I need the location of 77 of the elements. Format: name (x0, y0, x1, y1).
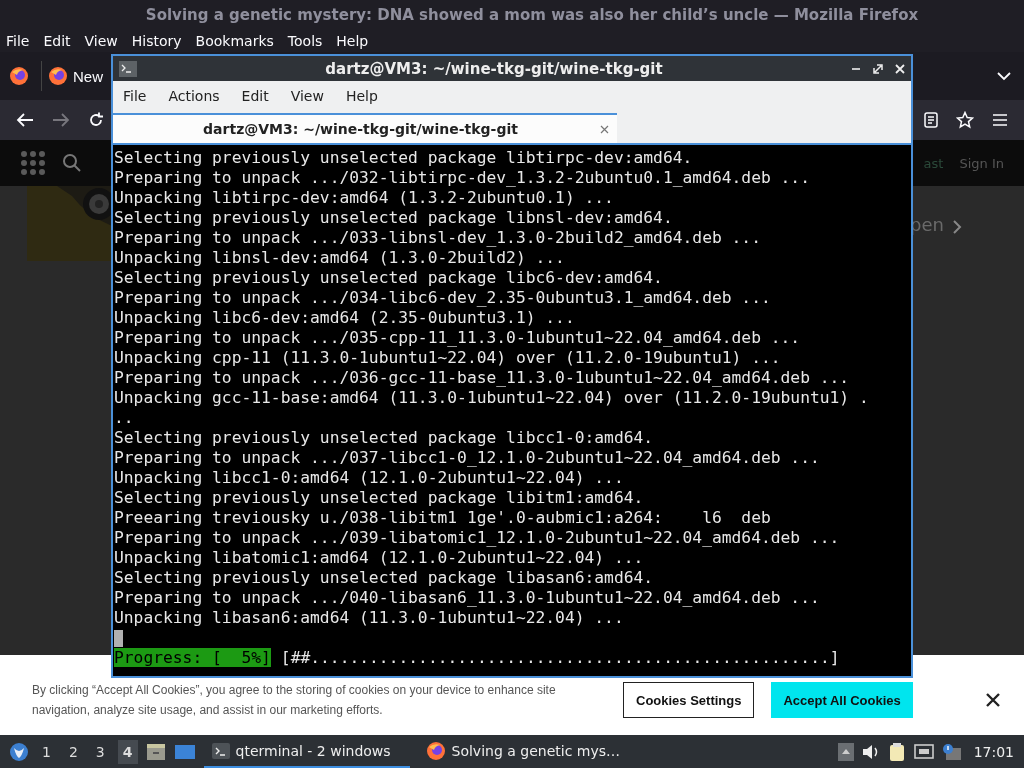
menu-item[interactable]: Actions (168, 88, 220, 104)
notification-icon[interactable] (941, 742, 962, 761)
terminal-line: Unpacking libc6-dev:amd64 (2.35-0ubuntu3.1) ... (114, 308, 576, 328)
window-title: dartz@VM3: ~/wine-tkg-git/wine-tkg-git (324, 59, 664, 78)
menu-item[interactable]: Tools (287, 33, 323, 49)
taskbar-task[interactable]: qterminal - 2 windows (203, 735, 410, 768)
window-title: Solving a genetic mystery: DNA showed a mom was also her child’s uncle — Mozilla Firefox (145, 6, 919, 24)
browser-tab[interactable]: New (48, 60, 103, 92)
search-icon[interactable] (62, 153, 82, 173)
restore-icon[interactable] (873, 63, 883, 74)
chevron-right-icon (952, 219, 962, 235)
close-icon[interactable] (986, 693, 1000, 707)
grid-icon[interactable] (20, 150, 46, 176)
terminal-tab[interactable]: dartz@VM3: ~/wine-tkg-git/wine-tkg-git (113, 113, 617, 143)
firefox-icon[interactable] (9, 66, 29, 86)
terminal-line: Preparing to unpack .../040-libasan6_11.3.0-1ubuntu1~22.04_amd64.deb ... (114, 588, 821, 608)
reader-icon[interactable] (924, 112, 938, 128)
menu-item[interactable]: View (290, 88, 324, 104)
terminal-line: Unpacking gcc-11-base:amd64 (11.3.0-1ubuntu1~22.04) over (11.2.0-19ubuntu1) . (114, 388, 870, 408)
terminal-line: Selecting previously unselected package libitm1:amd64. (114, 488, 645, 508)
workspace-button[interactable]: 1 (37, 739, 56, 764)
volume-icon[interactable] (861, 743, 880, 760)
terminal-line: Selecting previously unselected package libnsl-dev:amd64. (114, 208, 674, 228)
progress-text: [##.....................................................] (280, 648, 840, 667)
menu-item[interactable]: Edit (43, 33, 71, 49)
terminal-line: Selecting previously unselected package libtirpc-dev:amd64. (114, 148, 694, 168)
back-icon[interactable] (16, 112, 34, 128)
cookie-button[interactable]: Cookies Settings (623, 682, 755, 718)
terminal-icon (119, 60, 137, 77)
terminal-line: Selecting previously unselected package libc6-dev:amd64. (114, 268, 664, 288)
file-manager-icon[interactable] (145, 742, 166, 761)
firefox-icon (425, 740, 446, 761)
terminal-line: Unpacking libcc1-0:amd64 (12.1.0-2ubuntu1~22.04) ... (114, 468, 625, 488)
terminal-icon (211, 742, 230, 759)
cookie-button[interactable]: Accept All Cookies (771, 682, 913, 718)
terminal-line: Unpacking libtirpc-dev:amd64 (1.3.2-2ubuntu0.1) ... (114, 188, 615, 208)
terminal-line: Preparing to unpack .../033-libnsl-dev_1.3.0-2build2_amd64.deb ... (114, 228, 762, 248)
text-cursor (114, 630, 123, 647)
star-icon[interactable] (956, 111, 974, 129)
clipboard-icon[interactable] (887, 741, 906, 762)
terminal-line: .. (114, 408, 135, 428)
menu-item[interactable]: Help (336, 33, 369, 49)
terminal-line: Preparing to unpack .../037-libcc1-0_12.1.0-2ubuntu1~22.04_amd64.deb ... (114, 448, 821, 468)
terminal-line: Unpacking cpp-11 (11.3.0-1ubuntu1~22.04) over (11.2.0-19ubuntu1) ... (114, 348, 782, 368)
menu-item[interactable]: Edit (241, 88, 269, 104)
workspace-button[interactable]: 2 (63, 739, 83, 764)
menu-item[interactable]: Bookmarks (195, 33, 274, 49)
menu-icon[interactable] (992, 113, 1008, 127)
cookie-text: By clicking “Accept All Cookies”, you agree to the storing of cookies on your device to enhance site navigation, analyze site usage, and assist in our marketing efforts. (32, 682, 557, 719)
desktop-icon[interactable] (173, 742, 196, 761)
chevron-down-icon[interactable] (996, 71, 1012, 81)
menu-item[interactable]: File (6, 33, 30, 49)
clock: 17:01 (973, 743, 1014, 760)
terminal-line: Unpacking libatomic1:amd64 (12.1.0-2ubuntu1~22.04) ... (114, 548, 645, 568)
network-icon[interactable] (913, 742, 934, 761)
workspace-button[interactable]: 4 (117, 739, 138, 764)
terminal-line: Preparing to unpack .../032-libtirpc-dev_1.3.2-2ubuntu0.1_amd64.deb ... (114, 168, 811, 188)
terminal-line: Preparing to unpack .../035-cpp-11_11.3.0-1ubuntu1~22.04_amd64.deb ... (114, 328, 802, 348)
progress-label: Progress: [ 5%] (114, 648, 271, 667)
terminal-line: Unpacking libasan6:amd64 (11.3.0-1ubuntu1~22.04) ... (114, 608, 625, 628)
menu-item[interactable]: File (123, 88, 147, 104)
firefox-icon (48, 66, 68, 86)
menu-item[interactable]: History (131, 33, 182, 49)
terminal-line: Unpacking libnsl-dev:amd64 (1.3.0-2build2) ... (114, 248, 566, 268)
start-menu-icon[interactable] (9, 741, 29, 762)
forward-icon[interactable] (52, 112, 70, 128)
terminal-line: Preearing treviousky u./038-libitm1 1ge'.0-aubmic1:a264: l6 deb (114, 508, 772, 528)
terminal-line: Preparing to unpack .../039-libatomic1_12.1.0-2ubuntu1~22.04_amd64.deb ... (114, 528, 841, 548)
workspace-button[interactable]: 3 (90, 739, 110, 764)
terminal-line: Preparing to unpack .../036-gcc-11-base_11.3.0-1ubuntu1~22.04_amd64.deb ... (114, 368, 851, 388)
terminal-line: Selecting previously unselected package libcc1-0:amd64. (114, 428, 655, 448)
menu-item[interactable]: View (84, 33, 118, 49)
terminal-line: Preparing to unpack .../034-libc6-dev_2.35-0ubuntu3.1_amd64.deb ... (114, 288, 772, 308)
taskbar-task[interactable]: Solving a genetic mys… (417, 735, 628, 768)
terminal-line: Selecting previously unselected package libasan6:amd64. (114, 568, 655, 588)
reload-icon[interactable] (88, 112, 104, 128)
menu-item[interactable]: Help (345, 88, 378, 104)
